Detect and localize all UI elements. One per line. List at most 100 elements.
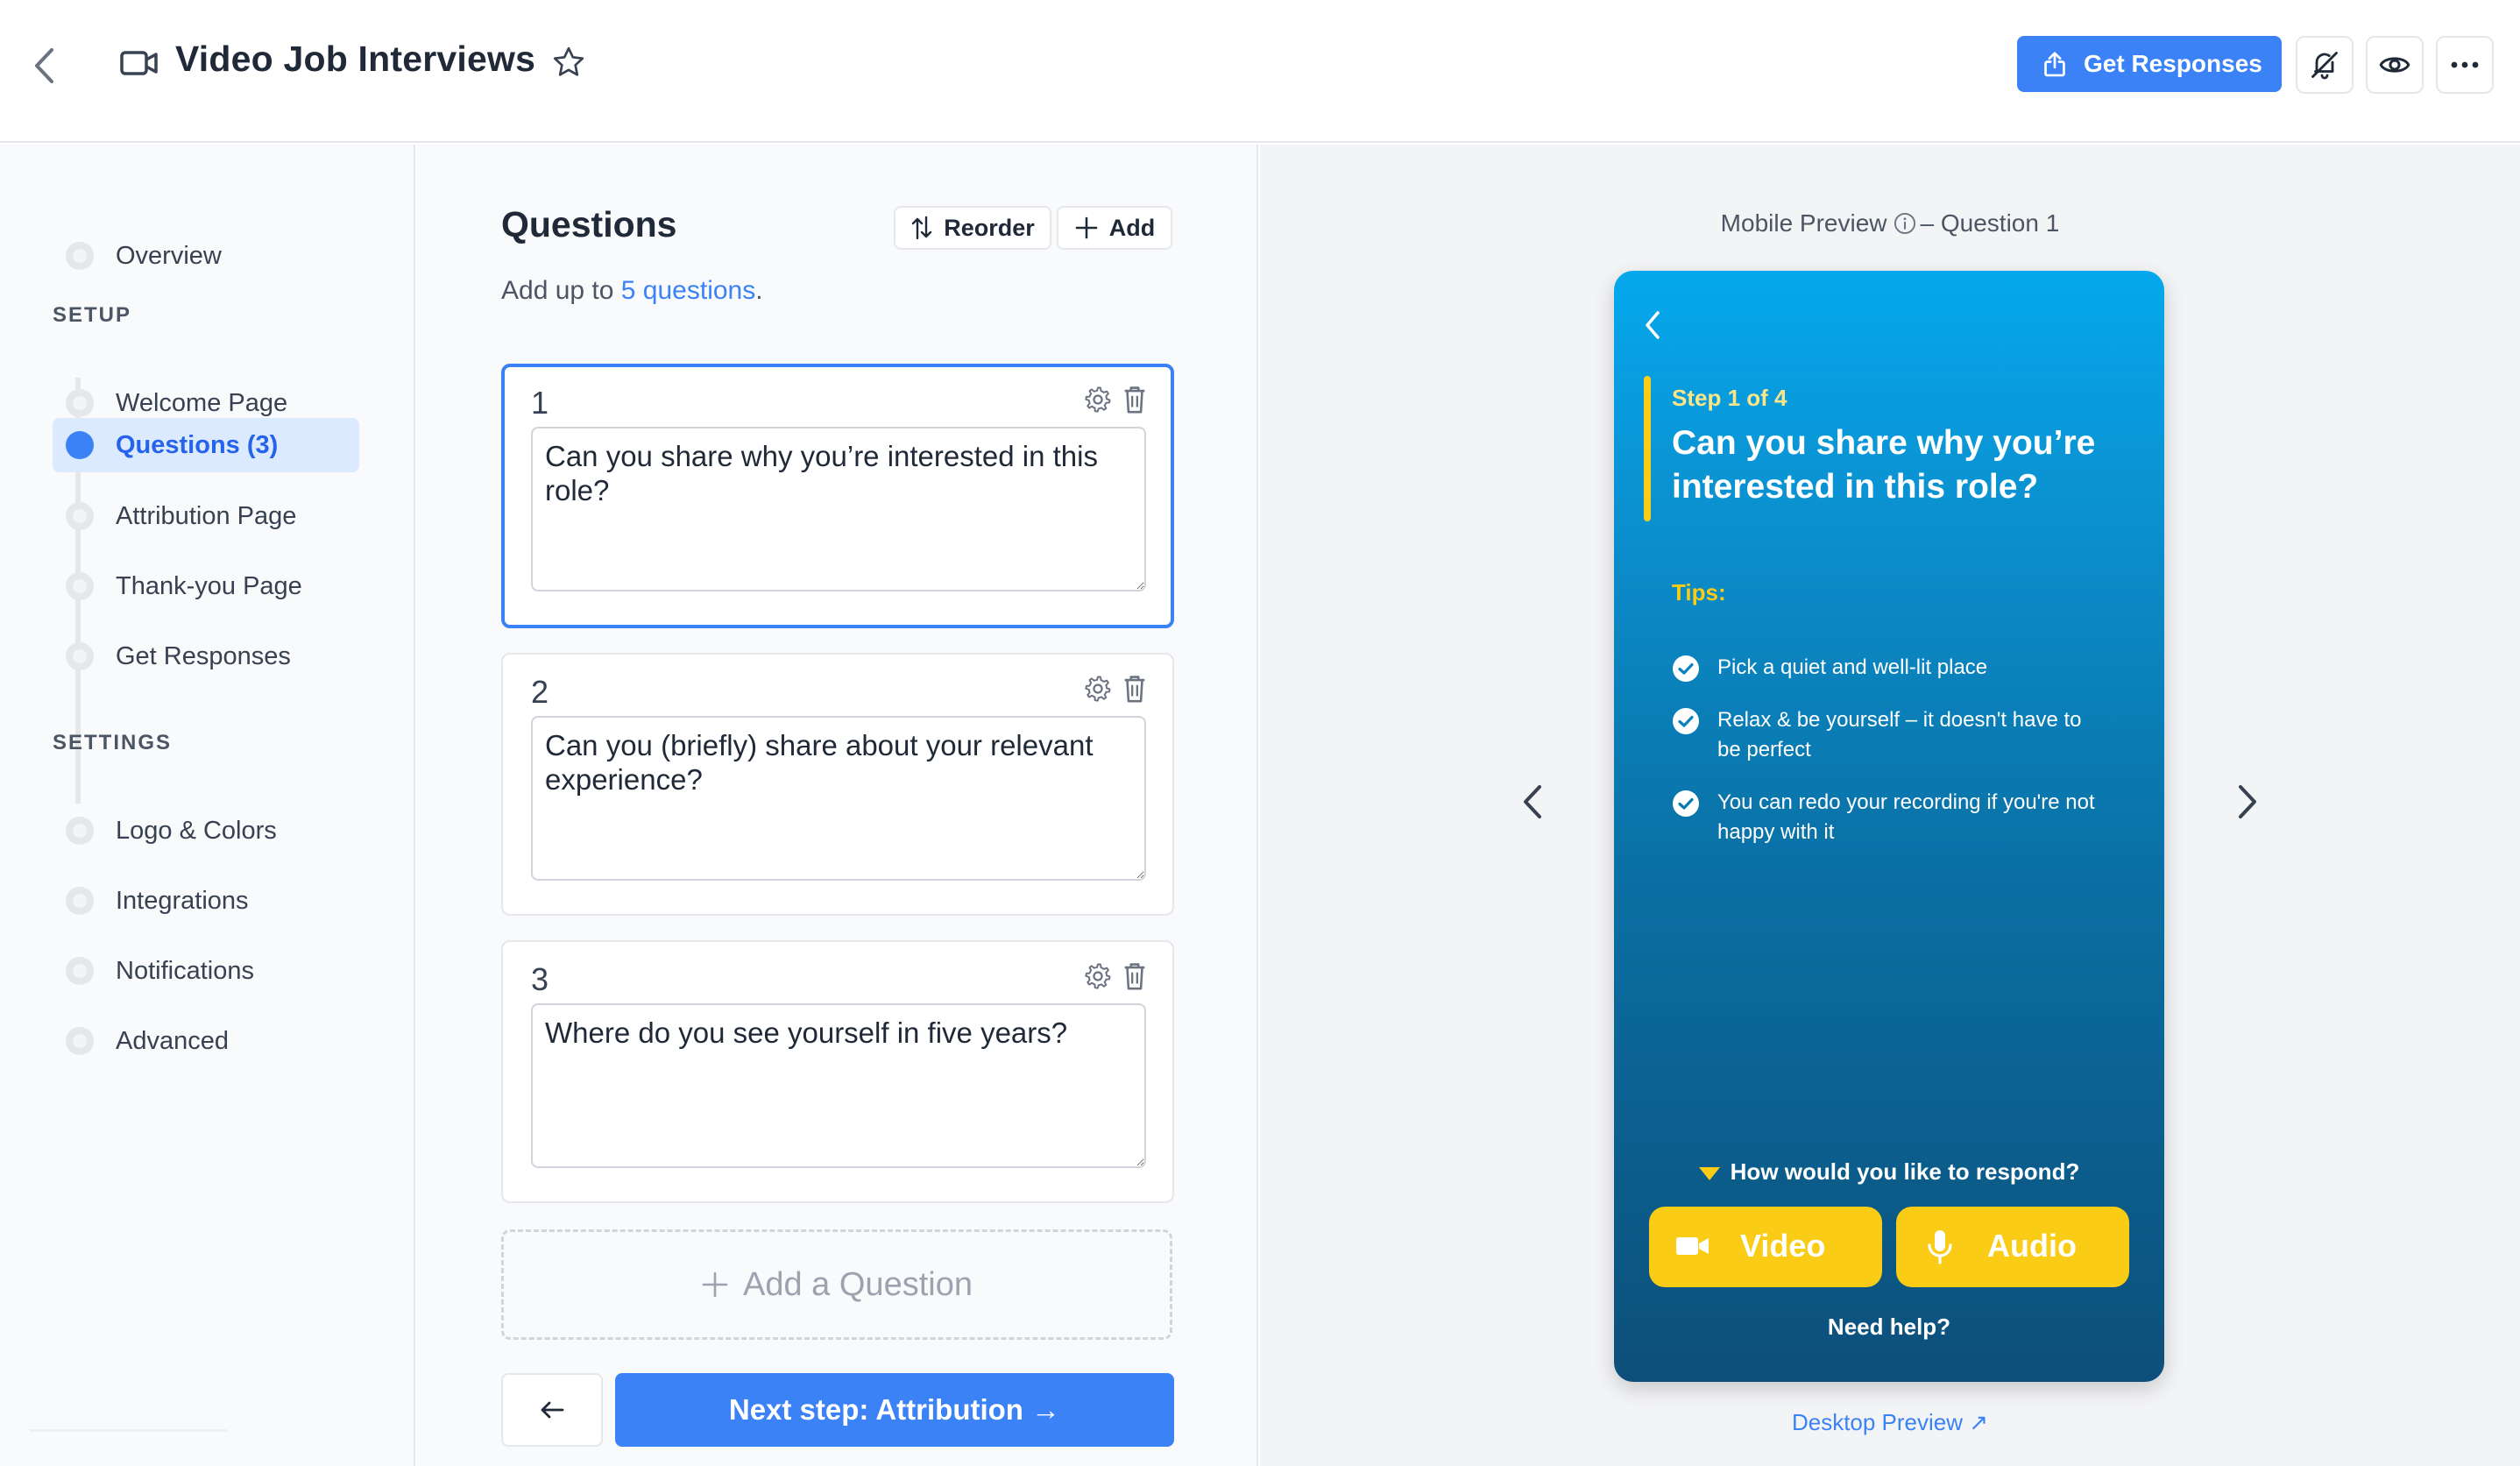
gear-icon[interactable]: [1083, 961, 1113, 991]
need-help-link[interactable]: Need help?: [1614, 1314, 2164, 1341]
question-number: 2: [531, 674, 549, 710]
info-icon[interactable]: [1893, 211, 1917, 236]
preview-button[interactable]: [2366, 36, 2424, 94]
preview-question-indicator: – Question 1: [1920, 209, 2060, 237]
question-text-input[interactable]: Where do you see yourself in five years?: [531, 1003, 1146, 1168]
microphone-icon: [1928, 1230, 1952, 1264]
back-chevron-icon[interactable]: [1635, 306, 1670, 344]
sidebar-item-get-responses[interactable]: Get Responses: [53, 629, 359, 683]
question-card[interactable]: 3 Where do you see yourself in five year…: [501, 940, 1174, 1203]
sidebar-item-label: Get Responses: [116, 641, 291, 670]
page-title: Video Job Interviews: [175, 39, 536, 79]
video-camera-icon: [1676, 1237, 1709, 1255]
add-question-button[interactable]: Add a Question: [501, 1229, 1172, 1340]
sidebar-item-attribution-page[interactable]: Attribution Page: [53, 489, 359, 543]
back-chevron-icon[interactable]: [25, 42, 63, 89]
sidebar-item-overview[interactable]: Overview: [53, 229, 359, 283]
step-dot-icon: [66, 957, 94, 985]
check-circle-icon: [1673, 708, 1699, 734]
plus-icon: [702, 1271, 728, 1298]
question-number: 1: [531, 385, 549, 421]
step-dot-icon: [66, 642, 94, 670]
previous-step-button[interactable]: [501, 1373, 603, 1447]
sidebar-item-label: Welcome Page: [116, 388, 288, 417]
sidebar-item-questions[interactable]: Questions (3): [53, 418, 359, 472]
sidebar-item-label: Thank-you Page: [116, 571, 302, 600]
questions-subtitle: Add up to 5 questions.: [501, 276, 763, 306]
tip-item: You can redo your recording if you're no…: [1672, 788, 2110, 847]
step-dot-icon: [66, 389, 94, 417]
sidebar-item-notifications[interactable]: Notifications: [53, 944, 359, 998]
bell-off-icon: [2311, 52, 2338, 80]
audio-label: Audio: [1987, 1228, 2077, 1264]
sidebar-item-thank-you-page[interactable]: Thank-you Page: [53, 559, 359, 613]
arrow-left-icon: [541, 1401, 564, 1419]
question-text-input[interactable]: Can you share why you’re interested in t…: [531, 427, 1146, 591]
add-question-label: Add a Question: [743, 1265, 973, 1303]
eye-icon: [2379, 57, 2410, 73]
sidebar-item-label: Overview: [116, 241, 222, 270]
gear-icon[interactable]: [1083, 385, 1113, 414]
tip-item: Pick a quiet and well-lit place: [1672, 653, 2110, 683]
question-card[interactable]: 2 Can you (briefly) share about your rel…: [501, 653, 1174, 916]
more-horizontal-icon: [2451, 61, 2479, 68]
respond-prompt-text: How would you like to respond?: [1730, 1158, 2080, 1185]
tips-heading: Tips:: [1672, 579, 1726, 606]
caret-down-icon: [1698, 1166, 1720, 1180]
sidebar: Overview SETUP Welcome Page Questions (3…: [0, 145, 415, 1466]
video-label: Video: [1740, 1228, 1826, 1264]
star-icon[interactable]: [547, 40, 591, 84]
step-dot-icon: [66, 1027, 94, 1055]
sidebar-item-label: Logo & Colors: [116, 816, 277, 845]
notifications-off-button[interactable]: [2296, 36, 2354, 94]
max-questions-link[interactable]: 5 questions: [621, 276, 755, 305]
video-camera-icon: [119, 47, 159, 79]
trash-icon[interactable]: [1122, 961, 1148, 991]
step-dot-icon: [66, 572, 94, 600]
settings-heading: SETTINGS: [53, 731, 173, 754]
question-card[interactable]: 1 Can you share why you’re interested in…: [501, 364, 1174, 628]
question-text-input[interactable]: Can you (briefly) share about your relev…: [531, 716, 1146, 881]
preview-label-text: Mobile Preview: [1720, 209, 1887, 237]
sidebar-item-label: Advanced: [116, 1026, 229, 1055]
chevron-right-icon[interactable]: [2226, 775, 2269, 828]
check-circle-icon: [1673, 790, 1699, 817]
audio-response-button[interactable]: Audio: [1896, 1207, 2129, 1287]
trash-icon[interactable]: [1122, 385, 1148, 414]
add-label: Add: [1108, 214, 1156, 241]
chevron-left-icon[interactable]: [1511, 775, 1554, 828]
step-dot-icon: [66, 502, 94, 530]
sidebar-item-advanced[interactable]: Advanced: [53, 1014, 359, 1068]
check-circle-icon: [1673, 655, 1699, 682]
next-step-button[interactable]: Next step: Attribution →: [615, 1373, 1174, 1447]
trash-icon[interactable]: [1122, 674, 1148, 704]
video-response-button[interactable]: Video: [1649, 1207, 1882, 1287]
step-indicator: Step 1 of 4: [1672, 385, 1787, 411]
step-dot-icon: [66, 242, 94, 270]
sidebar-item-label: Questions (3): [116, 430, 279, 459]
reorder-label: Reorder: [944, 214, 1035, 241]
sidebar-item-logo-colors[interactable]: Logo & Colors: [53, 804, 359, 858]
setup-heading: SETUP: [53, 303, 132, 327]
accent-bar: [1644, 376, 1651, 521]
tip-text: Pick a quiet and well-lit place: [1717, 655, 1988, 679]
tip-item: Relax & be yourself – it doesn't have to…: [1672, 705, 2110, 765]
mobile-preview-label: Mobile Preview – Question 1: [1260, 209, 2520, 239]
questions-panel: Questions Reorder Add Add up to 5 questi…: [417, 145, 1258, 1466]
mobile-preview-frame: Step 1 of 4 Can you share why you’re int…: [1614, 271, 2164, 1382]
desktop-preview-link[interactable]: Desktop Preview ↗: [1260, 1409, 2520, 1436]
sidebar-item-integrations[interactable]: Integrations: [53, 874, 359, 928]
more-options-button[interactable]: [2436, 36, 2494, 94]
add-button[interactable]: Add: [1057, 206, 1172, 250]
top-header: Video Job Interviews Get Responses: [0, 0, 2520, 143]
reorder-button[interactable]: Reorder: [894, 206, 1051, 250]
step-dot-icon: [66, 817, 94, 845]
sidebar-divider: [30, 1429, 227, 1432]
preview-question-title: Can you share why you’re interested in t…: [1672, 424, 2096, 506]
get-responses-button[interactable]: Get Responses: [2017, 36, 2282, 92]
reorder-arrows-icon: [912, 216, 932, 240]
step-dot-icon: [66, 887, 94, 915]
sidebar-item-label: Attribution Page: [116, 501, 297, 530]
gear-icon[interactable]: [1083, 674, 1113, 704]
respond-prompt: How would you like to respond?: [1614, 1158, 2164, 1186]
